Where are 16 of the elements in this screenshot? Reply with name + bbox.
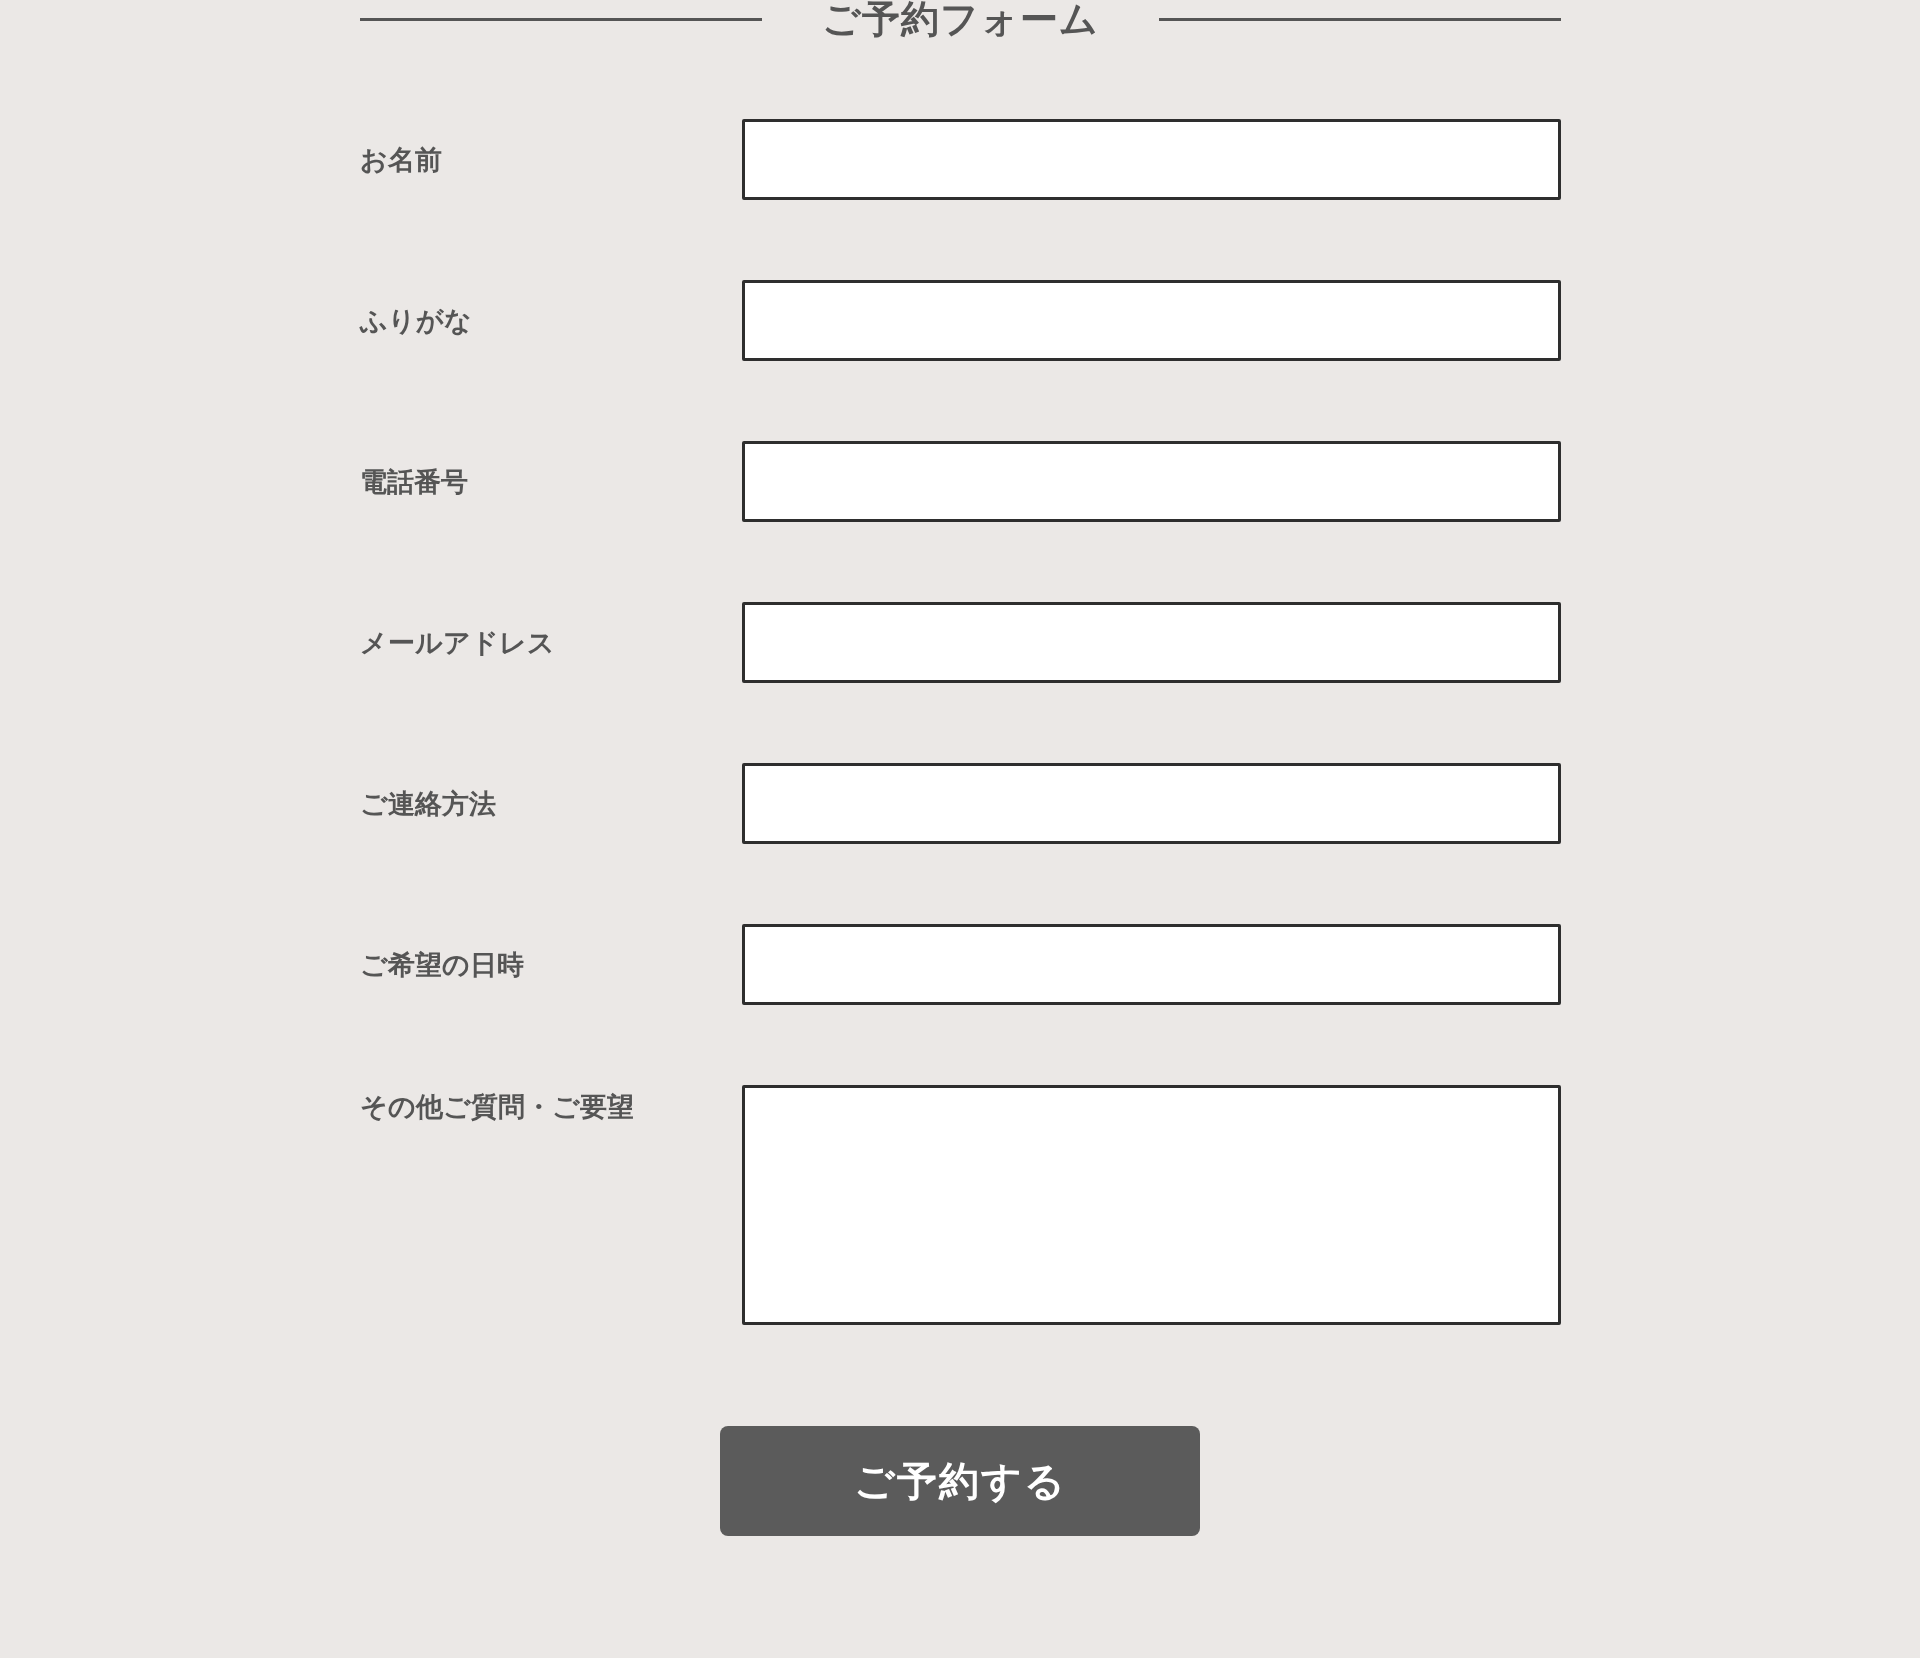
field-label: その他ご質問・ご要望 [359, 1090, 634, 1124]
field-label: 電話番号 [359, 464, 468, 499]
input-field[interactable] [741, 280, 1561, 361]
input-field[interactable] [741, 441, 1561, 522]
field-label: ふりがな [359, 303, 472, 338]
textarea-field[interactable] [741, 1085, 1561, 1325]
input-field[interactable] [741, 924, 1561, 1005]
form-title: ご予約フォーム [821, 0, 1099, 38]
submit-button[interactable]: ご予約する [720, 1426, 1200, 1536]
input-field[interactable] [741, 602, 1561, 683]
field-label: お名前 [359, 142, 442, 177]
field-label: メールアドレス [359, 625, 555, 660]
field-label: ご希望の日時 [359, 947, 524, 982]
field-label: ご連絡方法 [359, 786, 496, 821]
input-field[interactable] [741, 763, 1561, 844]
input-field[interactable] [741, 119, 1561, 200]
